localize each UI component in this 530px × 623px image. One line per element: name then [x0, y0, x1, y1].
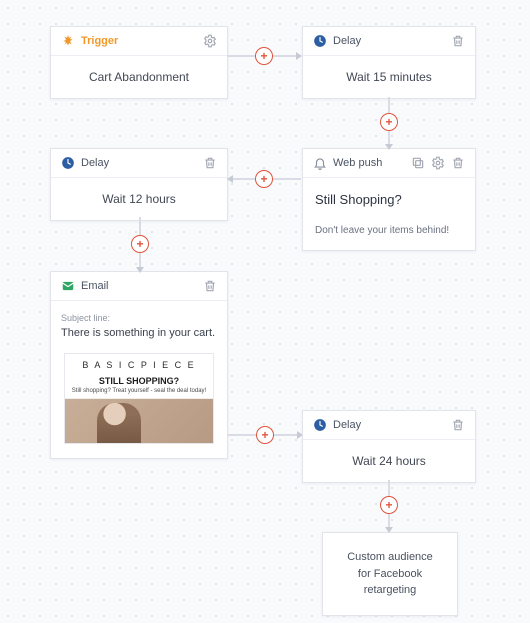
workflow-canvas[interactable]: + + + + + + Trigger Cart Abandonment: [0, 0, 530, 623]
trash-icon[interactable]: [451, 418, 465, 432]
node-body: Wait 24 hours: [303, 440, 475, 482]
node-body: Subject line: There is something in your…: [51, 301, 227, 458]
node-webpush[interactable]: Web push Still Shopping? Don't leave you…: [302, 148, 476, 251]
arrowhead-icon: [385, 144, 393, 150]
arrowhead-icon: [296, 52, 302, 60]
node-delay-15min[interactable]: Delay Wait 15 minutes: [302, 26, 476, 99]
node-header: Email: [51, 272, 227, 301]
node-trigger[interactable]: Trigger Cart Abandonment: [50, 26, 228, 99]
preview-hero-image: [65, 399, 213, 443]
arrowhead-icon: [136, 267, 144, 273]
webpush-title: Still Shopping?: [315, 192, 463, 207]
node-type-label: Web push: [333, 157, 382, 169]
add-step-button[interactable]: +: [255, 170, 273, 188]
node-body: Wait 15 minutes: [303, 56, 475, 98]
node-body: Cart Abandonment: [51, 56, 227, 98]
trash-icon[interactable]: [451, 156, 465, 170]
node-header: Trigger: [51, 27, 227, 56]
arrowhead-icon: [385, 527, 393, 533]
webpush-desc: Don't leave your items behind!: [315, 225, 463, 236]
trash-icon[interactable]: [203, 156, 217, 170]
add-step-button[interactable]: +: [255, 47, 273, 65]
node-delay-12h[interactable]: Delay Wait 12 hours: [50, 148, 228, 221]
add-step-button[interactable]: +: [131, 235, 149, 253]
mail-icon: [61, 279, 75, 293]
node-delay-24h[interactable]: Delay Wait 24 hours: [302, 410, 476, 483]
node-body: Still Shopping? Don't leave your items b…: [303, 178, 475, 250]
preview-brand: B A S I C P I E C E: [65, 354, 213, 374]
node-type-label: Delay: [333, 35, 361, 47]
spark-icon: [61, 34, 75, 48]
node-custom-audience[interactable]: Custom audience for Facebook retargeting: [322, 532, 458, 616]
trash-icon[interactable]: [203, 279, 217, 293]
node-header: Delay: [303, 27, 475, 56]
node-header: Delay: [51, 149, 227, 178]
node-header: Delay: [303, 411, 475, 440]
node-header: Web push: [303, 149, 475, 178]
node-body: Wait 12 hours: [51, 178, 227, 220]
add-step-button[interactable]: +: [380, 113, 398, 131]
arrowhead-icon: [227, 175, 233, 183]
gear-icon[interactable]: [431, 156, 445, 170]
preview-headline: STILL SHOPPING?: [65, 374, 213, 388]
clock-icon: [61, 156, 75, 170]
add-step-button[interactable]: +: [256, 426, 274, 444]
subject-line: There is something in your cart.: [61, 327, 217, 339]
audience-line2: for Facebook retargeting: [335, 566, 445, 599]
clock-icon: [313, 418, 327, 432]
trash-icon[interactable]: [451, 34, 465, 48]
copy-icon[interactable]: [411, 156, 425, 170]
arrowhead-icon: [297, 431, 303, 439]
bell-icon: [313, 156, 327, 170]
add-step-button[interactable]: +: [380, 496, 398, 514]
subject-label: Subject line:: [61, 313, 217, 323]
node-type-label: Trigger: [81, 35, 118, 47]
clock-icon: [313, 34, 327, 48]
preview-subtext: Still shopping? Treat yourself - seal th…: [65, 388, 213, 399]
node-type-label: Email: [81, 280, 109, 292]
gear-icon[interactable]: [203, 34, 217, 48]
email-preview[interactable]: B A S I C P I E C E STILL SHOPPING? Stil…: [64, 353, 214, 444]
audience-line1: Custom audience: [335, 549, 445, 566]
node-email[interactable]: Email Subject line: There is something i…: [50, 271, 228, 459]
node-type-label: Delay: [81, 157, 109, 169]
node-type-label: Delay: [333, 419, 361, 431]
